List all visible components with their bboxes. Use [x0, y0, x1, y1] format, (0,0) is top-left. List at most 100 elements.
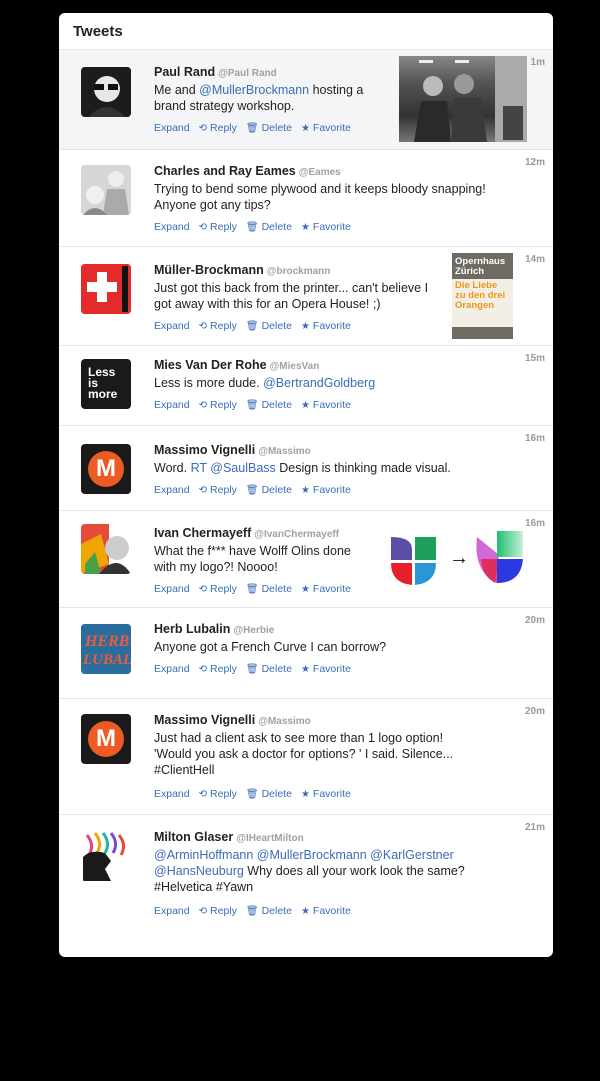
author-handle[interactable]: @Herbie	[233, 625, 274, 636]
portrait-icon	[81, 165, 131, 215]
timestamp: 12m	[524, 157, 545, 168]
favorite-button[interactable]: ★ Favorite	[301, 663, 351, 675]
expand-button[interactable]: Expand	[154, 221, 190, 233]
avatar-brockmann[interactable]	[81, 264, 131, 314]
tweet-row[interactable]: Müller-Brockmann @brockmann Just got this…	[59, 247, 553, 346]
reply-arrow-icon: ⟲	[198, 583, 208, 595]
delete-button[interactable]: 🗑 Delete	[246, 788, 292, 800]
author-name[interactable]: Charles and Ray Eames	[154, 164, 296, 178]
author-handle[interactable]: @IHeartMilton	[236, 833, 304, 844]
tweet-text: @ArminHoffmann @MullerBrockmann @KarlGer…	[154, 848, 465, 894]
tweet-actions: Expand ⟲ Reply 🗑 Delete ★ Favorite	[154, 663, 504, 675]
favorite-button[interactable]: ★ Favorite	[301, 320, 351, 332]
reply-button[interactable]: ⟲ Reply	[199, 905, 237, 917]
reply-button[interactable]: ⟲ Reply	[199, 788, 237, 800]
tweet-photo[interactable]	[399, 56, 527, 142]
author-handle[interactable]: @brockmann	[267, 266, 331, 277]
tweet-actions: Expand ⟲ Reply 🗑 Delete ★ Favorite	[154, 583, 374, 595]
delete-button[interactable]: 🗑 Delete	[246, 320, 292, 332]
tweet-actions: Expand ⟲ Reply 🗑 Delete ★ Favorite	[154, 905, 484, 917]
star-icon: ★	[300, 484, 310, 496]
delete-button[interactable]: 🗑 Delete	[246, 484, 292, 496]
favorite-button[interactable]: ★ Favorite	[301, 221, 351, 233]
author-handle[interactable]: @MiesVan	[270, 361, 320, 372]
tweet-row[interactable]: Milton Glaser @IHeartMilton @ArminHoffman…	[59, 815, 553, 955]
expand-button[interactable]: Expand	[154, 122, 190, 134]
tweet-actions: Expand ⟲ Reply 🗑 Delete ★ Favorite	[154, 788, 464, 800]
reply-button[interactable]: ⟲ Reply	[199, 221, 237, 233]
star-icon: ★	[300, 905, 310, 917]
poster-image[interactable]: Opernhaus Zürich Die Liebe zu den drei O…	[452, 253, 513, 339]
favorite-button[interactable]: ★ Favorite	[301, 484, 351, 496]
tweet-row[interactable]: Charles and Ray Eames @Eames Trying to be…	[59, 150, 553, 247]
favorite-button[interactable]: ★ Favorite	[301, 399, 351, 411]
mention-link[interactable]: @MullerBrockmann	[199, 83, 309, 97]
delete-button[interactable]: 🗑 Delete	[246, 122, 292, 134]
herb-lubalin-logo-icon: HERB LUBALIN	[81, 624, 131, 674]
delete-button[interactable]: 🗑 Delete	[246, 583, 292, 595]
timestamp: 16m	[524, 518, 545, 529]
reply-button[interactable]: ⟲ Reply	[199, 320, 237, 332]
expand-button[interactable]: Expand	[154, 399, 190, 411]
author-name[interactable]: Herb Lubalin	[154, 622, 230, 636]
avatar-chermayeff[interactable]	[81, 524, 131, 574]
tweet-actions: Expand ⟲ Reply 🗑 Delete ★ Favorite	[154, 484, 504, 496]
author-name[interactable]: Müller-Brockmann	[154, 263, 264, 277]
author-name[interactable]: Massimo Vignelli	[154, 713, 255, 727]
delete-button[interactable]: 🗑 Delete	[246, 663, 292, 675]
expand-button[interactable]: Expand	[154, 788, 190, 800]
reply-button[interactable]: ⟲ Reply	[199, 663, 237, 675]
reply-button[interactable]: ⟲ Reply	[199, 484, 237, 496]
tweet-row[interactable]: Less is more Mies Van Der Rohe @MiesVan L…	[59, 346, 553, 426]
expand-button[interactable]: Expand	[154, 663, 190, 675]
avatar-lubalin[interactable]: HERB LUBALIN	[81, 624, 131, 674]
author-handle[interactable]: @Massimo	[258, 446, 311, 457]
expand-button[interactable]: Expand	[154, 484, 190, 496]
author-name[interactable]: Massimo Vignelli	[154, 443, 255, 457]
tweets-panel: Tweets Paul Rand @Paul Rand Me and @Mulle…	[59, 13, 553, 957]
mention-link[interactable]: @BertrandGoldberg	[263, 376, 375, 390]
svg-text:LUBALIN: LUBALIN	[82, 652, 131, 668]
author-name[interactable]: Mies Van Der Rohe	[154, 358, 267, 372]
delete-button[interactable]: 🗑 Delete	[246, 221, 292, 233]
favorite-button[interactable]: ★ Favorite	[301, 583, 351, 595]
author-name[interactable]: Paul Rand	[154, 65, 215, 79]
reply-button[interactable]: ⟲ Reply	[199, 583, 237, 595]
delete-button[interactable]: 🗑 Delete	[246, 399, 292, 411]
tweet-text: Me and @MullerBrockmann hosting a brand …	[154, 83, 364, 113]
tweet-actions: Expand ⟲ Reply 🗑 Delete ★ Favorite	[154, 320, 434, 332]
tweet-row[interactable]: M Massimo Vignelli @Massimo Word. RT @Sau…	[59, 426, 553, 511]
m-logo-icon: M	[88, 451, 124, 487]
favorite-button[interactable]: ★ Favorite	[301, 788, 351, 800]
author-handle[interactable]: @Eames	[299, 167, 341, 178]
tweet-row[interactable]: Ivan Chermayeff @IvanChermayeff What the …	[59, 511, 553, 608]
avatar-eames[interactable]	[81, 165, 131, 215]
avatar-mies[interactable]: Less is more	[81, 359, 131, 409]
delete-button[interactable]: 🗑 Delete	[246, 905, 292, 917]
author-handle[interactable]: @Paul Rand	[218, 68, 277, 79]
avatar-glaser[interactable]	[81, 831, 131, 881]
logo-comparison-image[interactable]: →	[389, 531, 529, 587]
author-name[interactable]: Ivan Chermayeff	[154, 526, 251, 540]
author-name[interactable]: Milton Glaser	[154, 830, 233, 844]
expand-button[interactable]: Expand	[154, 320, 190, 332]
avatar-vignelli[interactable]: M	[81, 444, 131, 494]
favorite-button[interactable]: ★ Favorite	[301, 122, 351, 134]
author-handle[interactable]: @Massimo	[258, 716, 311, 727]
author-handle[interactable]: @IvanChermayeff	[254, 529, 339, 540]
tweet-row[interactable]: M Massimo Vignelli @Massimo Just had a cl…	[59, 699, 553, 815]
expand-button[interactable]: Expand	[154, 583, 190, 595]
reply-arrow-icon: ⟲	[198, 221, 208, 233]
favorite-button[interactable]: ★ Favorite	[301, 905, 351, 917]
tweet-row[interactable]: Paul Rand @Paul Rand Me and @MullerBrockm…	[59, 50, 553, 150]
reply-arrow-icon: ⟲	[198, 122, 208, 134]
tweet-row[interactable]: HERB LUBALIN Herb Lubalin@Herbie Anyone g…	[59, 608, 553, 699]
star-icon: ★	[300, 320, 310, 332]
reply-button[interactable]: ⟲ Reply	[199, 122, 237, 134]
trash-icon: 🗑	[245, 583, 259, 595]
avatar-vignelli[interactable]: M	[81, 714, 131, 764]
reply-button[interactable]: ⟲ Reply	[199, 399, 237, 411]
avatar-paul-rand[interactable]	[81, 67, 131, 117]
mention-link[interactable]: RT @SaulBass	[191, 461, 276, 475]
expand-button[interactable]: Expand	[154, 905, 190, 917]
